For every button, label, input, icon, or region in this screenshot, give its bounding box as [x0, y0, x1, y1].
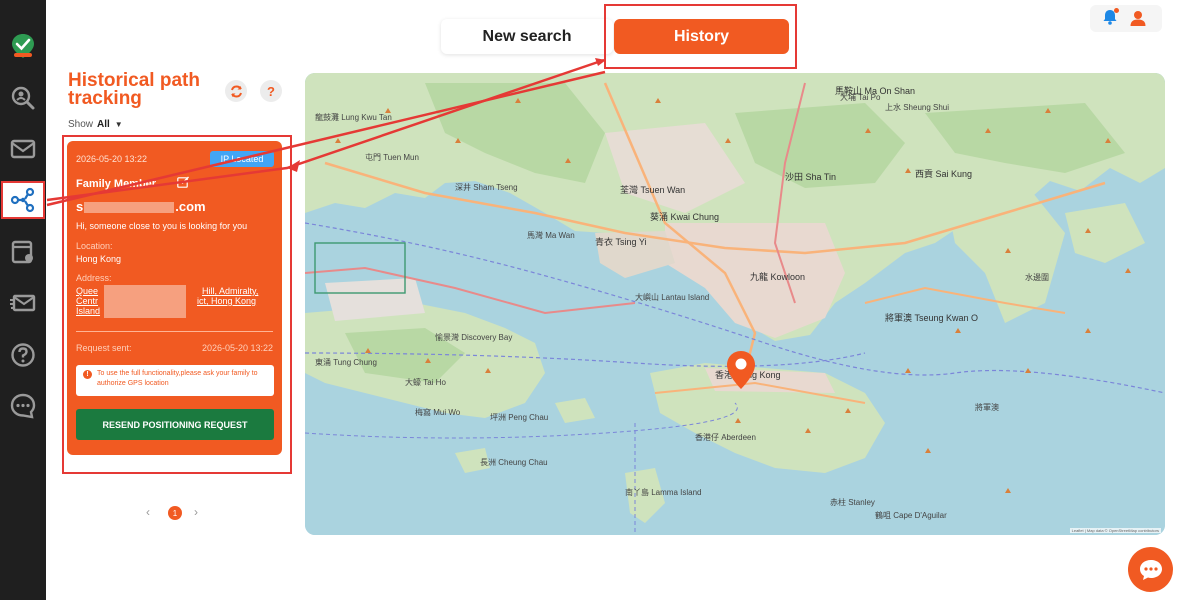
map-label-kowloon: 九龍 Kowloon: [750, 272, 806, 282]
history-card: 2026-05-20 13:22 IP Located Family Membe…: [67, 141, 282, 455]
question-icon: ?: [267, 83, 275, 99]
tab-new-search[interactable]: New search: [441, 19, 613, 54]
map-label-tung-chung: 東涌 Tung Chung: [315, 358, 377, 367]
sidebar-item-help[interactable]: [0, 335, 46, 375]
address-line1-a: Quee: [76, 286, 99, 296]
path-tracking-icon: [10, 187, 35, 213]
map-label-tko-2: 將軍澳: [975, 403, 999, 412]
refresh-button[interactable]: [225, 80, 247, 102]
status-badge: IP Located: [210, 151, 274, 167]
sidebar-item-send[interactable]: [0, 283, 46, 323]
app-logo-icon[interactable]: [11, 33, 35, 59]
sidebar-item-search[interactable]: [0, 78, 46, 118]
contact-email: s .com: [76, 199, 206, 214]
map-tiles: [305, 73, 1165, 535]
map-label-aberdeen: 香港仔 Aberdeen: [695, 433, 756, 442]
map-label-sai-kung: 西貢 Sai Kung: [915, 169, 973, 179]
notice-text: To use the full functionality,please ask…: [97, 370, 258, 387]
mail-icon: [10, 139, 36, 159]
card-date: 2026-05-20 13:22: [76, 154, 148, 164]
map-label-lamma: 南丫島 Lamma Island: [625, 488, 702, 497]
sidebar-item-path-tracking[interactable]: [0, 180, 46, 220]
map-label-tseung-kwan-o: 將軍澳 Tseung Kwan O: [885, 313, 979, 323]
map-label-lung-kwu-tan: 龍鼓灘 Lung Kwu Tan: [315, 113, 392, 122]
map-label-mui-wo: 梅窩 Mui Wo: [415, 408, 461, 417]
map-label-tsuen-wan: 荃灣 Tsuen Wan: [620, 185, 686, 195]
map-label-ma-wan: 馬灣 Ma Wan: [527, 231, 575, 240]
sidebar-item-chat[interactable]: [0, 386, 46, 426]
email-redaction: [84, 202, 175, 214]
location-pin-icon[interactable]: [726, 350, 756, 390]
sidebar: [0, 0, 46, 600]
browser-location-icon: [11, 240, 33, 264]
map-label-cape: 鶴咀 Cape D'Aguilar: [875, 511, 947, 520]
gps-notice: ! To use the full functionality,please a…: [76, 365, 274, 396]
email-prefix: s: [76, 199, 84, 214]
request-label: Request sent:: [76, 343, 132, 353]
map-label-kwai-chung: 葵涌 Kwai Chung: [650, 212, 720, 222]
map-label-shui-pin-wai: 水邊圍: [1025, 273, 1049, 282]
map-label-tsing-yi: 青衣 Tsing Yi: [595, 237, 647, 247]
address-line2-a: Centr: [76, 296, 99, 306]
map-label-sham-tseng: 深井 Sham Tseng: [455, 183, 518, 192]
show-filter[interactable]: Show All ▼: [68, 119, 123, 130]
pagination-prev[interactable]: ‹: [146, 505, 150, 519]
refresh-icon: [230, 84, 242, 98]
live-chat-button[interactable]: [1128, 547, 1173, 592]
search-person-icon: [11, 86, 35, 110]
sidebar-item-mail[interactable]: [0, 129, 46, 169]
show-label: Show: [68, 119, 94, 130]
map-label-stanley: 赤柱 Stanley: [830, 498, 875, 507]
address-redaction: [104, 285, 186, 318]
map-label-sheung-shui: 上水 Sheung Shui: [885, 103, 950, 112]
map-attribution[interactable]: Leaflet | Map data © OpenStreetMap contr…: [1069, 528, 1161, 533]
contact-name: Family Member: [76, 178, 157, 190]
info-icon: !: [83, 370, 92, 379]
card-divider: [76, 331, 273, 332]
page-title: Historical path tracking: [68, 70, 200, 109]
map-label-lantau: 大嶼山 Lantau Island: [635, 293, 710, 302]
resend-request-button[interactable]: RESEND POSITIONING REQUEST: [76, 409, 274, 440]
pagination-next[interactable]: ›: [194, 505, 198, 519]
card-message: Hi, someone close to you is looking for …: [76, 221, 248, 231]
location-label: Location:: [76, 241, 113, 251]
address-label: Address:: [76, 273, 112, 283]
chat-icon: [1139, 559, 1162, 580]
send-message-icon: [10, 294, 36, 312]
chat-bubble-icon: [10, 393, 36, 419]
sidebar-item-browser[interactable]: [0, 232, 46, 272]
request-date: 2026-05-20 13:22: [201, 343, 273, 353]
map-label-ma-on-shan: 馬鞍山 Ma On Shan: [835, 86, 916, 96]
email-suffix: .com: [175, 199, 206, 214]
map-label-cheung-chau: 長洲 Cheung Chau: [480, 458, 548, 467]
map-label-sha-tin: 沙田 Sha Tin: [785, 172, 837, 182]
show-value: All: [97, 119, 110, 130]
help-button[interactable]: ?: [260, 80, 282, 102]
map-label-discovery-bay: 愉景灣 Discovery Bay: [435, 333, 513, 342]
map-label-peng-chau: 坪洲 Peng Chau: [490, 413, 549, 422]
caret-down-icon: ▼: [114, 120, 123, 129]
address-line2-b: ict, Hong Kong: [197, 296, 257, 306]
address-line1-b: Hill, Admiralty,: [202, 286, 259, 296]
location-value: Hong Kong: [76, 254, 122, 264]
notification-dot: [1114, 8, 1119, 13]
edit-icon[interactable]: [177, 176, 189, 188]
user-avatar-icon[interactable]: [1129, 9, 1147, 27]
help-icon: [11, 343, 35, 367]
map-view[interactable]: 屯門 Tuen Mun 深井 Sham Tseng 荃灣 Tsuen Wan 葵…: [305, 73, 1165, 535]
map-label-tuen-mun: 屯門 Tuen Mun: [365, 153, 419, 162]
map-label-tai-ho: 大蠔 Tai Ho: [405, 378, 446, 387]
pagination-page[interactable]: 1: [168, 506, 182, 520]
history-highlight-box: [604, 4, 797, 69]
